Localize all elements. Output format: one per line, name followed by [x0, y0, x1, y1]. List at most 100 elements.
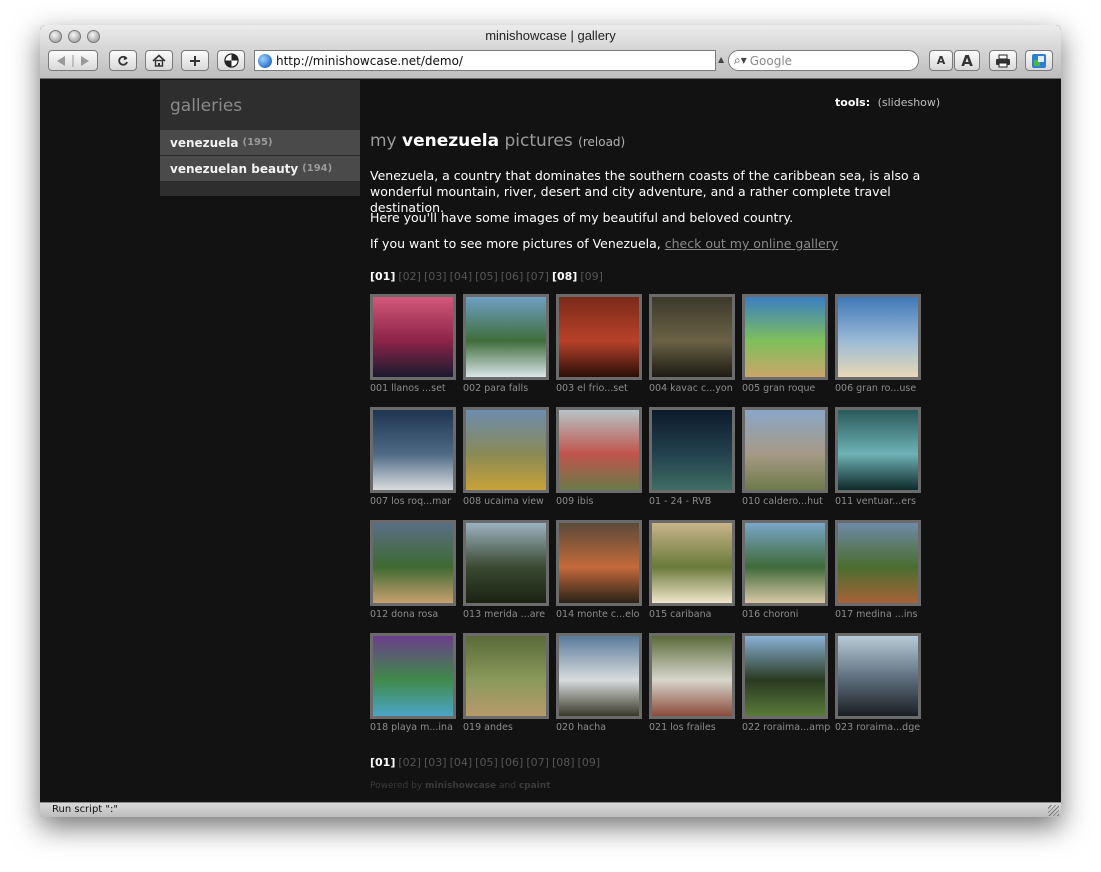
thumbnail-item[interactable]: 009 ibis [556, 407, 642, 507]
thumbnail-image[interactable] [373, 410, 453, 490]
slideshow-link[interactable]: (slideshow) [878, 96, 941, 109]
thumbnail-item[interactable]: 023 roraima...dge [835, 633, 921, 733]
thumbnail-item[interactable]: 008 ucaima view [463, 407, 549, 507]
reload-button[interactable] [109, 50, 137, 71]
home-button[interactable] [145, 50, 173, 71]
pager-page-link[interactable]: [05] [475, 756, 498, 769]
thumbnail-image[interactable] [652, 523, 732, 603]
thumbnail-frame[interactable] [370, 407, 456, 493]
thumbnail-item[interactable]: 006 gran ro...use [835, 294, 921, 394]
thumbnail-frame[interactable] [835, 633, 921, 719]
thumbnail-frame[interactable] [649, 294, 735, 380]
thumbnail-frame[interactable] [742, 633, 828, 719]
pager-page-link[interactable]: [01] [370, 756, 395, 769]
pager-page-link[interactable]: [02] [398, 270, 421, 283]
thumbnail-item[interactable]: 016 choroni [742, 520, 828, 620]
thumbnail-frame[interactable] [835, 294, 921, 380]
back-forward-buttons[interactable] [48, 50, 98, 71]
thumbnail-image[interactable] [838, 523, 918, 603]
gallery-item-venezuela[interactable]: venezuela (195) [160, 130, 360, 156]
thumbnail-image[interactable] [373, 297, 453, 377]
thumbnail-frame[interactable] [835, 407, 921, 493]
reload-link[interactable]: (reload) [578, 135, 625, 149]
thumbnail-frame[interactable] [370, 520, 456, 606]
pager-page-link[interactable]: [04] [450, 270, 473, 283]
thumbnail-image[interactable] [559, 636, 639, 716]
thumbnail-item[interactable]: 003 el frio...set [556, 294, 642, 394]
add-bookmark-button[interactable] [181, 50, 209, 71]
thumbnail-image[interactable] [838, 410, 918, 490]
online-gallery-link[interactable]: check out my online gallery [665, 236, 838, 251]
thumbnail-image[interactable] [838, 297, 918, 377]
thumbnail-frame[interactable] [835, 520, 921, 606]
gallery-item-label[interactable]: venezuelan beauty [170, 162, 298, 176]
thumbnail-frame[interactable] [556, 520, 642, 606]
thumbnail-item[interactable]: 005 gran roque [742, 294, 828, 394]
thumbnail-item[interactable]: 010 caldero...hut [742, 407, 828, 507]
thumbnail-image[interactable] [745, 523, 825, 603]
pager-page-link[interactable]: [01] [370, 270, 395, 283]
print-button[interactable] [989, 50, 1017, 71]
pager-page-link[interactable]: [07] [526, 756, 549, 769]
gallery-item-venezuelan-beauty[interactable]: venezuelan beauty (194) [160, 156, 360, 182]
thumbnail-image[interactable] [373, 636, 453, 716]
thumbnail-image[interactable] [466, 636, 546, 716]
pager-page-link[interactable]: [07] [526, 270, 549, 283]
thumbnail-image[interactable] [466, 410, 546, 490]
thumbnail-item[interactable]: 020 hacha [556, 633, 642, 733]
thumbnail-item[interactable]: 021 los frailes [649, 633, 735, 733]
thumbnail-image[interactable] [559, 523, 639, 603]
gallery-item-label[interactable]: venezuela [170, 136, 239, 150]
bug-report-button[interactable] [217, 50, 245, 71]
thumbnail-image[interactable] [559, 410, 639, 490]
minishowcase-link[interactable]: minishowcase [425, 781, 496, 791]
thumbnail-item[interactable]: 013 merida ...are [463, 520, 549, 620]
thumbnail-item[interactable]: 01 - 24 - RVB [649, 407, 735, 507]
thumbnail-frame[interactable] [463, 520, 549, 606]
thumbnail-image[interactable] [466, 297, 546, 377]
search-field[interactable]: ⌕▾ [728, 50, 919, 71]
thumbnail-image[interactable] [373, 523, 453, 603]
thumbnail-image[interactable] [745, 410, 825, 490]
thumbnail-item[interactable]: 007 los roq...mar [370, 407, 456, 507]
thumbnail-image[interactable] [745, 297, 825, 377]
thumbnail-image[interactable] [652, 410, 732, 490]
thumbnail-frame[interactable] [556, 294, 642, 380]
thumbnail-frame[interactable] [463, 294, 549, 380]
address-bar[interactable]: http://minishowcase.net/demo/ [254, 50, 716, 71]
pager-page-link[interactable]: [05] [475, 270, 498, 283]
thumbnail-item[interactable]: 011 ventuar...ers [835, 407, 921, 507]
thumbnail-image[interactable] [466, 523, 546, 603]
thumbnail-frame[interactable] [463, 633, 549, 719]
thumbnail-frame[interactable] [556, 407, 642, 493]
thumbnail-item[interactable]: 002 para falls [463, 294, 549, 394]
url-dropdown-icon[interactable]: ▲ [718, 55, 724, 64]
thumbnail-image[interactable] [559, 297, 639, 377]
thumbnail-item[interactable]: 004 kavac c...yon [649, 294, 735, 394]
pager-page-link[interactable]: [09] [578, 756, 601, 769]
thumbnail-item[interactable]: 015 caribana [649, 520, 735, 620]
thumbnail-frame[interactable] [649, 633, 735, 719]
pager-page-link[interactable]: [06] [501, 270, 524, 283]
thumbnail-frame[interactable] [742, 294, 828, 380]
thumbnail-frame[interactable] [649, 520, 735, 606]
thumbnail-item[interactable]: 001 llanos ...set [370, 294, 456, 394]
extension-button[interactable] [1025, 50, 1053, 71]
pager-page-link[interactable]: [06] [501, 756, 524, 769]
pager-page-link[interactable]: [03] [424, 270, 447, 283]
text-bigger-button[interactable]: A [954, 50, 980, 71]
thumbnail-image[interactable] [652, 297, 732, 377]
thumbnail-item[interactable]: 022 roraima...amp [742, 633, 830, 733]
thumbnail-frame[interactable] [463, 407, 549, 493]
thumbnail-frame[interactable] [649, 407, 735, 493]
pager-page-link[interactable]: [08] [552, 756, 575, 769]
resize-grip-icon[interactable] [1048, 805, 1059, 816]
pager-page-link[interactable]: [04] [450, 756, 473, 769]
search-input[interactable] [749, 53, 900, 68]
text-smaller-button[interactable]: A [929, 50, 953, 71]
thumbnail-frame[interactable] [370, 294, 456, 380]
thumbnail-frame[interactable] [556, 633, 642, 719]
thumbnail-image[interactable] [745, 636, 825, 716]
thumbnail-item[interactable]: 019 andes [463, 633, 549, 733]
url-text[interactable]: http://minishowcase.net/demo/ [276, 54, 463, 68]
